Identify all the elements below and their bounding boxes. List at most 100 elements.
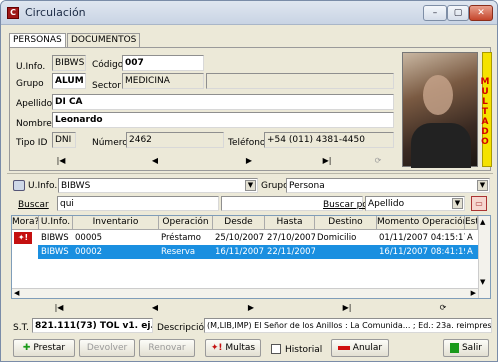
clear-filter-icon[interactable]: ▭	[471, 196, 487, 211]
scroll-up-icon[interactable]: ▲	[480, 218, 485, 226]
grupo-label: Grupo	[16, 79, 44, 89]
person-navigator: |◀ ◀ ▶ ▶| ⟳	[14, 154, 398, 168]
multas-label: Multas	[225, 343, 256, 353]
nav-last-button[interactable]: ▶|	[296, 154, 358, 168]
filter-uinfo-value: BIBWS	[61, 181, 91, 191]
filter-uinfo-select[interactable]: BIBWS ▼	[58, 178, 258, 193]
numero-label: Número	[92, 138, 128, 148]
codigo-field[interactable]: 007	[122, 55, 204, 71]
col-uinfo[interactable]: U.Info.	[39, 216, 73, 230]
scroll-right-icon[interactable]: ▶	[471, 289, 476, 297]
nav-next-button[interactable]: ▶	[202, 154, 296, 168]
fine-icon: ✦!	[210, 343, 223, 353]
st-label: S.T.	[13, 323, 29, 333]
col-inventario[interactable]: Inventario	[73, 216, 159, 230]
nav-refresh-button[interactable]: ⟳	[358, 154, 398, 168]
minus-icon	[337, 345, 350, 350]
col-destino[interactable]: Destino	[315, 216, 377, 230]
col-desde[interactable]: Desde	[213, 216, 265, 230]
app-icon: C	[7, 7, 19, 19]
descripcion-field[interactable]: (M,LIB,IMP) El Señor de los Anillos : La…	[204, 318, 492, 333]
cell-uinfo: BIBWS	[41, 233, 69, 243]
descripcion-label: Descripción	[157, 323, 210, 333]
col-est[interactable]: Est	[465, 216, 478, 230]
grupo-field[interactable]: ALUM	[52, 73, 86, 89]
col-mora[interactable]: Mora?	[12, 216, 39, 230]
close-button[interactable]: ✕	[469, 5, 493, 21]
anular-button[interactable]: Anular	[331, 339, 389, 357]
buscar-label: Buscar	[18, 200, 49, 210]
cell-est: A	[467, 233, 473, 243]
buscar-input[interactable]: qui	[57, 196, 219, 211]
document-navigator: |◀ ◀ ▶ ▶| ⟳	[11, 301, 491, 315]
minimize-button[interactable]: –	[423, 5, 447, 21]
chevron-down-icon[interactable]: ▼	[452, 198, 463, 209]
st-field[interactable]: 821.111(73) TOL v1. ej.1	[32, 318, 153, 333]
prestar-button[interactable]: ✚ Prestar	[13, 339, 75, 357]
telefono-label: Teléfono	[228, 138, 266, 148]
scroll-left-icon[interactable]: ◀	[14, 289, 19, 297]
person-panel: U.Info. BIBWS Código 007 Grupo ALUM Sect…	[9, 47, 492, 171]
historial-label: Historial	[285, 345, 323, 355]
nav-first-button[interactable]: |◀	[14, 154, 108, 168]
table-row[interactable]: BIBWS 00002 Reserva 16/11/2007 22/11/200…	[12, 245, 478, 259]
doc-nav-next-button[interactable]: ▶	[203, 301, 299, 315]
doc-nav-first-button[interactable]: |◀	[11, 301, 107, 315]
filter-grupo-label: Grupo	[261, 181, 289, 191]
anular-label: Anular	[352, 343, 383, 353]
col-momento[interactable]: Momento Operación	[377, 216, 465, 230]
circulacion-window: C Circulación – ▢ ✕ PERSONAS DOCUMENTOS …	[0, 0, 498, 362]
devolver-button[interactable]: Devolver	[79, 339, 135, 357]
photo-face	[423, 75, 453, 115]
apellido-label: Apellido	[16, 99, 53, 109]
sector-field[interactable]: MEDICINA	[122, 73, 204, 89]
table-vertical-scrollbar[interactable]: ▲ ▼	[478, 216, 490, 298]
numero-field[interactable]: 2462	[126, 132, 224, 148]
cell-uinfo: BIBWS	[41, 247, 69, 257]
exit-icon	[450, 342, 460, 353]
cell-est: A	[467, 247, 473, 257]
multado-badge: MULTADO	[480, 52, 492, 167]
tab-documentos[interactable]: DOCUMENTOS	[67, 33, 141, 48]
cell-desde: 16/11/2007	[215, 247, 264, 257]
chevron-down-icon[interactable]: ▼	[245, 180, 256, 191]
circulation-table: Mora? U.Info. Inventario Operación Desde…	[11, 215, 491, 299]
nombre-field[interactable]: Leonardo	[52, 112, 394, 128]
telefono-field[interactable]: +54 (011) 4381-4450	[264, 132, 394, 148]
col-hasta[interactable]: Hasta	[265, 216, 315, 230]
doc-nav-refresh-button[interactable]: ⟳	[395, 301, 491, 315]
doc-nav-last-button[interactable]: ▶|	[299, 301, 395, 315]
nav-prev-button[interactable]: ◀	[108, 154, 202, 168]
tipoid-field[interactable]: DNI	[52, 132, 76, 148]
cell-momento: 16/11/2007 08:41:19 a	[379, 247, 465, 257]
cell-desde: 25/10/2007	[215, 233, 264, 243]
doc-nav-prev-button[interactable]: ◀	[107, 301, 203, 315]
uinfo-label: U.Info.	[16, 62, 46, 72]
person-photo	[402, 52, 478, 168]
chevron-down-icon[interactable]: ▼	[477, 180, 488, 191]
maximize-button[interactable]: ▢	[447, 5, 469, 21]
tipoid-label: Tipo ID	[16, 138, 48, 148]
table-horizontal-scrollbar[interactable]: ◀ ▶	[12, 288, 478, 298]
cell-destino	[315, 245, 377, 259]
photo-body	[411, 123, 471, 168]
table-row[interactable]: ✦! BIBWS 00005 Préstamo 25/10/2007 27/10…	[12, 231, 478, 245]
apellido-field[interactable]: DI CA	[52, 94, 394, 110]
renovar-button[interactable]: Renovar	[139, 339, 195, 357]
cell-hasta: 22/11/2007	[267, 247, 315, 257]
scroll-down-icon[interactable]: ▼	[480, 278, 485, 286]
sector-label: Sector	[92, 81, 121, 91]
prestar-label: Prestar	[33, 343, 66, 353]
historial-checkbox[interactable]	[271, 344, 281, 354]
cell-momento: 01/11/2007 04:15:17 p	[379, 233, 465, 243]
cell-destino: Domicilio	[317, 233, 357, 243]
buscar-por-select[interactable]: Apellido ▼	[365, 196, 465, 211]
fine-icon: ✦!	[14, 232, 32, 244]
filter-grupo-select[interactable]: Persona ▼	[286, 178, 490, 193]
uinfo-field[interactable]: BIBWS	[52, 55, 86, 71]
salir-button[interactable]: Salir	[443, 339, 489, 357]
buscar-por-value: Apellido	[368, 199, 405, 209]
separator	[7, 173, 493, 174]
multas-button[interactable]: ✦! Multas	[205, 339, 261, 357]
col-operacion[interactable]: Operación	[159, 216, 213, 230]
